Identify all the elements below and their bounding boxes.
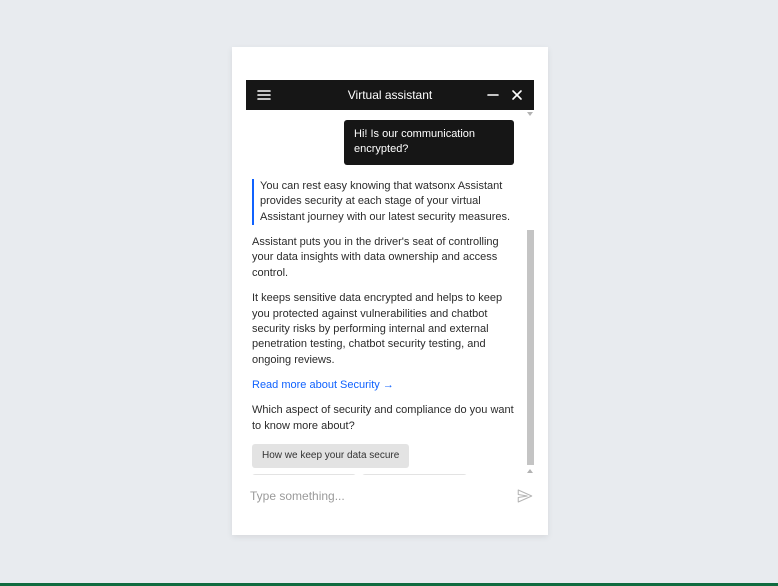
suggestion-chips: How we keep your data secure GDPR Compli… <box>252 444 516 475</box>
card-padding-top <box>232 47 548 80</box>
security-link[interactable]: Read more about Security → <box>252 378 516 393</box>
bot-paragraph: You can rest easy knowing that watsonx A… <box>260 179 516 225</box>
menu-icon[interactable] <box>256 87 272 103</box>
bot-paragraph: It keeps sensitive data encrypted and he… <box>252 291 516 368</box>
scrollbar-thumb[interactable] <box>527 230 534 465</box>
chat-body: Hi! Is our communication encrypted? You … <box>246 110 534 475</box>
chat-widget-card: Virtual assistant Hi! Is our communicati… <box>232 47 548 535</box>
card-padding-bottom <box>232 517 548 535</box>
message-input[interactable] <box>250 489 516 503</box>
chip-hipaa[interactable]: HIPAA Compliance <box>362 474 466 475</box>
chat-header: Virtual assistant <box>246 80 534 110</box>
user-message: Hi! Is our communication encrypted? <box>344 120 514 165</box>
close-icon[interactable] <box>510 88 524 102</box>
chip-gdpr[interactable]: GDPR Compliance <box>252 474 356 475</box>
chat-container: Virtual assistant Hi! Is our communicati… <box>246 80 534 475</box>
input-row <box>232 475 548 517</box>
send-icon[interactable] <box>516 487 534 505</box>
scroll-down-arrow-icon[interactable] <box>527 469 533 473</box>
bot-message-intro: You can rest easy knowing that watsonx A… <box>252 179 516 225</box>
bot-paragraph: Assistant puts you in the driver's seat … <box>252 235 516 281</box>
scrollbar[interactable] <box>526 110 534 475</box>
message-list: Hi! Is our communication encrypted? You … <box>246 110 526 475</box>
minimize-icon[interactable] <box>486 88 500 102</box>
bot-question: Which aspect of security and compliance … <box>252 403 516 434</box>
chip-data-secure[interactable]: How we keep your data secure <box>252 444 409 468</box>
scroll-up-arrow-icon[interactable] <box>527 112 533 116</box>
